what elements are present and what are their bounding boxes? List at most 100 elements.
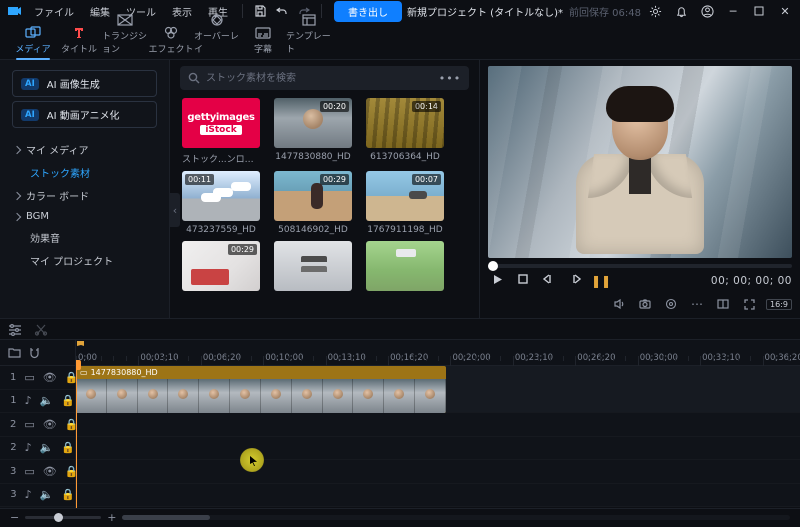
fullscreen-icon[interactable] [740,299,758,310]
stock-card[interactable]: 00:07 1767911198_HD [366,171,444,235]
prev-frame-icon[interactable] [540,274,558,288]
stock-card[interactable] [274,241,352,291]
transition-icon [117,11,133,29]
stock-thumb: 00:11 [182,171,260,221]
ruler-mark: 00;06;20 [203,353,241,363]
stock-card[interactable]: 00:29 508146902_HD [274,171,352,235]
tooltab-effect[interactable]: エフェクト [148,24,194,59]
notifications-icon[interactable] [672,2,690,20]
ruler-mark: 00;23;10 [515,353,553,363]
preview-timecode: 00; 00; 00; 00 [711,275,792,287]
quality-icon[interactable] [662,298,680,310]
menu-file[interactable]: ファイル [28,4,80,19]
preview-progress[interactable] [488,264,792,268]
playhead[interactable] [76,360,77,508]
ai-image-gen-button[interactable]: AI AI 画像生成 [12,70,157,97]
pause-icon[interactable]: ❚❚ [592,274,610,288]
ui-dots-icon[interactable]: ⋯ [688,297,706,311]
timeline-toolbar [0,318,800,340]
tooltab-template[interactable]: テンプレート [286,11,332,59]
timeline-clip[interactable]: ▭1477830880_HD [76,366,446,413]
tree-my-media[interactable]: マイ メディア [0,138,169,161]
audio-track-icon: ♪ [25,488,32,501]
zoom-slider-handle[interactable] [54,513,63,522]
mute-icon[interactable]: 🔈 [40,394,54,407]
stock-card[interactable]: 00:11 473237559_HD [182,171,260,235]
mute-icon[interactable]: 🔈 [40,441,54,454]
tooltab-overlay[interactable]: オーバーレイ [194,11,240,59]
duration-badge: 00:29 [320,174,349,185]
window-maximize-icon[interactable] [750,2,768,20]
hscroll-thumb[interactable] [122,515,210,520]
tooltab-title[interactable]: タイトル [56,24,102,59]
panel-collapse-icon[interactable]: ‹ [170,193,180,227]
next-frame-icon[interactable] [566,274,584,288]
aspect-ratio-chip[interactable]: 16:9 [766,299,792,310]
timeline-hscroll[interactable] [122,515,790,520]
stock-thumb: 00:14 [366,98,444,148]
tree-bgm[interactable]: BGM [0,207,169,226]
lock-icon[interactable]: 🔒 [61,441,75,454]
tree-stock[interactable]: ストック素材 [0,161,169,184]
zoom-in-icon[interactable]: + [107,511,116,524]
timeline-ruler[interactable]: 0;0000;03;1000;06;2000;10;0000;13;1000;1… [76,340,800,366]
zoom-slider[interactable] [25,516,101,519]
volume-icon[interactable] [610,298,628,310]
ruler-mark: 00;33;10 [702,353,740,363]
stock-search-input[interactable] [200,72,439,85]
account-icon[interactable] [698,2,716,20]
tooltab-label: トランジション [102,29,148,55]
audio-track-icon: ♪ [25,394,32,407]
stock-card-download[interactable]: gettyimages iStock ストック...ンロード [182,98,260,165]
stock-card[interactable] [366,241,444,291]
stock-card[interactable]: 00:29 [182,241,260,291]
video-track-icon: ▭ [24,418,34,431]
window-minimize-icon[interactable]: ─ [724,2,742,20]
lock-icon[interactable]: 🔒 [61,394,75,407]
play-icon[interactable] [488,274,506,288]
tooltab-media[interactable]: メディア [10,24,56,59]
visibility-icon[interactable]: 👁 [43,371,57,384]
tree-colorboard[interactable]: カラー ボード [0,184,169,207]
video-track-icon: ▭ [24,371,34,384]
lock-icon[interactable]: 🔒 [61,488,75,501]
track-head-v2[interactable]: 2▭👁🔒 [0,413,75,437]
tree-sfx[interactable]: 効果音 [0,226,169,249]
track-head-a3[interactable]: 3♪🔈🔒 [0,484,75,508]
search-more-icon[interactable]: ••• [439,72,461,85]
visibility-icon[interactable]: 👁 [43,418,57,431]
audio-track-icon: ♪ [25,441,32,454]
track-head-v3[interactable]: 3▭👁🔒 [0,460,75,484]
snapshot-icon[interactable] [636,299,654,309]
track-head-v1[interactable]: 1▭👁🔒 [0,366,75,390]
tooltab-subtitle[interactable]: 字幕 [240,24,286,59]
ai-video-anim-button[interactable]: AI AI 動画アニメ化 [12,101,157,128]
tooltab-label: 字幕 [254,42,272,55]
track-head-a2[interactable]: 2♪🔈🔒 [0,437,75,461]
zoom-out-icon[interactable]: − [10,511,19,524]
save-icon[interactable] [251,2,269,20]
track-head-a1[interactable]: 1♪🔈🔒 [0,390,75,414]
project-savetime: 前回保存 06:48 [569,4,641,19]
tree-my-project[interactable]: マイ プロジェクト [0,249,169,272]
tl-tool-icon[interactable] [8,323,22,336]
stock-search-bar[interactable]: ••• [180,66,469,90]
settings-icon[interactable] [646,2,664,20]
stock-card[interactable]: 00:20 1477830880_HD [274,98,352,165]
stock-card[interactable]: 00:14 613706364_HD [366,98,444,165]
chevron-right-icon [13,212,21,220]
compare-icon[interactable] [714,299,732,309]
tooltab-transition[interactable]: トランジション [102,11,148,59]
visibility-icon[interactable]: 👁 [43,465,57,478]
clip-frames [76,379,446,413]
progress-handle[interactable] [488,261,498,271]
tl-cut-icon[interactable] [34,323,48,336]
clip-title: 1477830880_HD [91,368,158,377]
mute-icon[interactable]: 🔈 [40,488,54,501]
window-close-icon[interactable]: ✕ [776,2,794,20]
tooltab-label: オーバーレイ [194,29,240,55]
export-button[interactable]: 書き出し [334,1,402,22]
stop-icon[interactable] [514,274,532,288]
tl-open-icon[interactable] [8,347,21,358]
tl-magnet-icon[interactable] [29,347,40,359]
